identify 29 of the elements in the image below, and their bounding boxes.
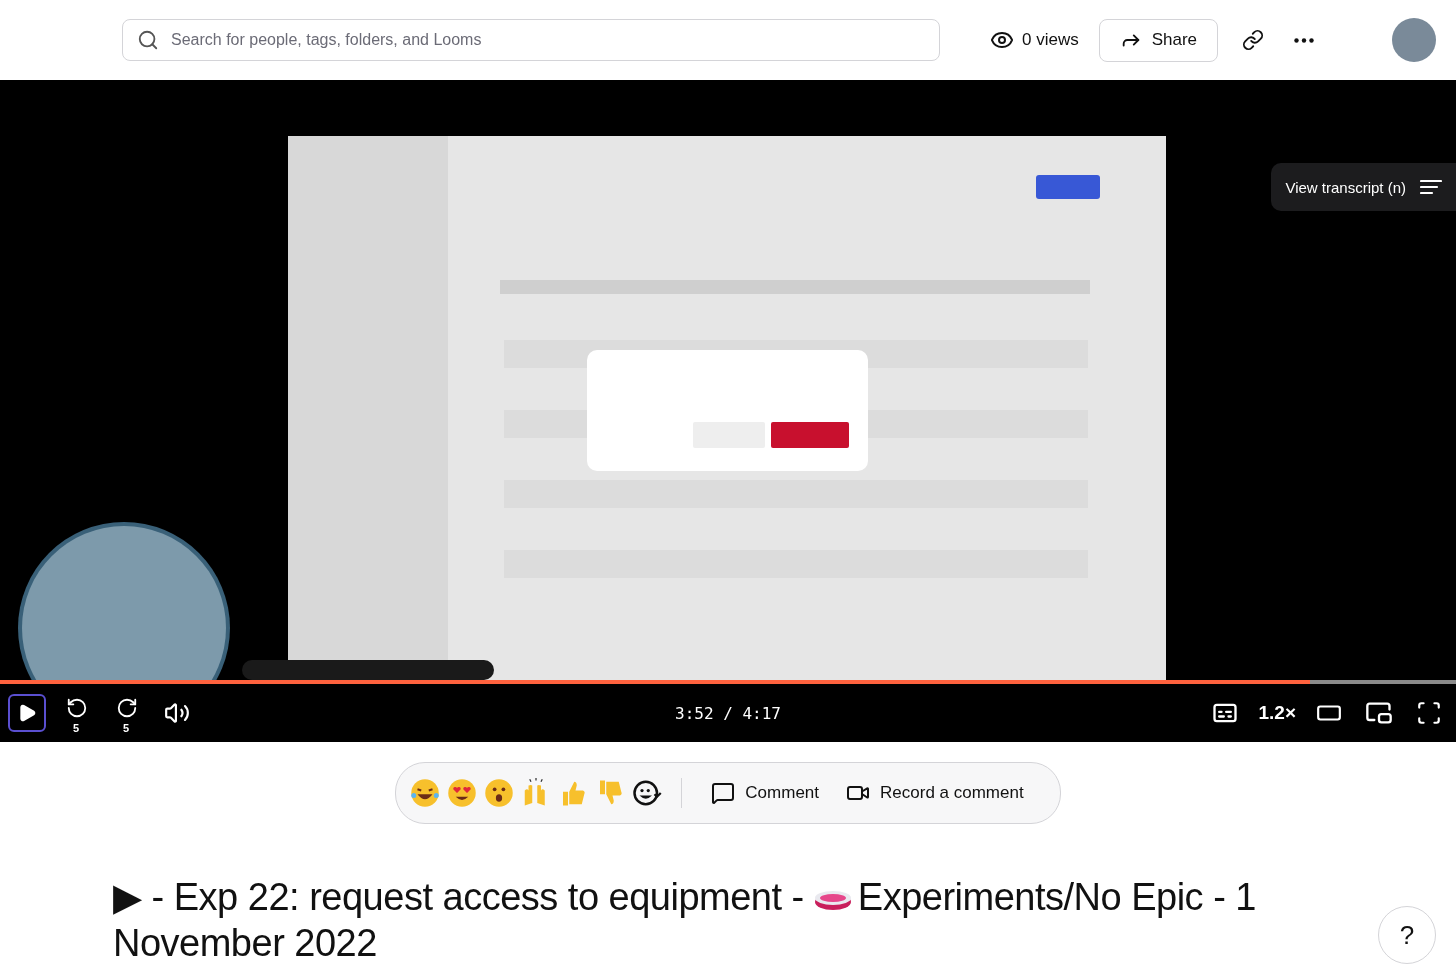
search-bar[interactable]: Search for people, tags, folders, and Looms [122, 19, 940, 61]
play-button[interactable] [8, 694, 46, 732]
search-input[interactable]: Search for people, tags, folders, and Looms [169, 30, 925, 50]
link-icon [1242, 29, 1265, 51]
speed-button[interactable]: 1.2× [1256, 702, 1298, 724]
help-button[interactable]: ? [1378, 906, 1436, 964]
ellipsis-icon [1294, 37, 1315, 43]
skip-forward-button[interactable]: 5 [108, 694, 146, 732]
view-transcript-button[interactable]: View transcript (n) [1271, 163, 1456, 211]
user-avatar[interactable] [1392, 18, 1436, 62]
laughing-face-icon[interactable] [410, 778, 441, 808]
forward-arrow-icon [116, 697, 138, 719]
heart-eyes-face-icon[interactable] [447, 778, 478, 808]
search-icon [137, 29, 159, 51]
views-count: 0 views [1022, 30, 1079, 50]
video-title: ▶ - Exp 22: request access to equipment - Experiments/No Epic - 1 November 2022 [113, 875, 1257, 966]
playback-time: 3:52 / 4:17 [675, 703, 781, 723]
volume-icon [164, 700, 190, 726]
share-button[interactable]: Share [1098, 18, 1219, 62]
add-reaction-icon[interactable] [632, 778, 663, 808]
comment-icon [711, 781, 736, 805]
record-comment-button[interactable]: Record a comment [836, 781, 1034, 805]
lines-icon [1420, 179, 1442, 195]
play-icon [17, 703, 37, 723]
skip-back-button[interactable]: 5 [58, 694, 96, 732]
rewind-arrow-icon [66, 697, 88, 719]
surprised-face-icon[interactable] [484, 778, 515, 808]
comment-button[interactable]: Comment [701, 781, 830, 805]
fullscreen-icon [1416, 700, 1442, 726]
